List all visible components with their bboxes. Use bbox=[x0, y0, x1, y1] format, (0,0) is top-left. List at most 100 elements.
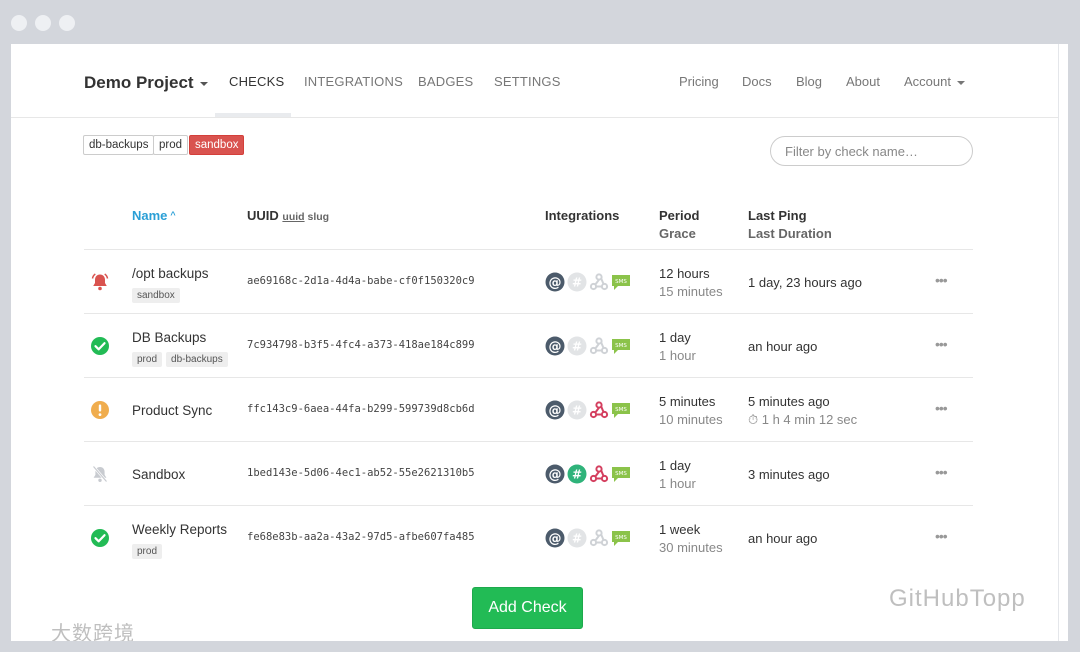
slack-integration-icon[interactable]: # bbox=[567, 336, 587, 356]
check-name[interactable]: Product Sync bbox=[132, 403, 212, 418]
tag-filter-prod[interactable]: prod bbox=[153, 135, 189, 155]
nav-link-blog[interactable]: Blog bbox=[796, 74, 822, 89]
column-header-name-label: Name bbox=[132, 208, 168, 223]
column-header-integrations: Integrations bbox=[545, 208, 620, 223]
svg-text:@: @ bbox=[549, 404, 562, 419]
check-uuid[interactable]: ffc143c9-6aea-44fa-b299-599739d8cb6d bbox=[247, 403, 475, 415]
webhook-integration-icon[interactable] bbox=[589, 400, 609, 420]
sms-integration-icon[interactable]: SMS bbox=[611, 464, 631, 484]
email-integration-icon[interactable]: @ bbox=[545, 336, 565, 356]
sms-integration-icon[interactable]: SMS bbox=[611, 400, 631, 420]
slack-integration-icon[interactable]: # bbox=[567, 528, 587, 548]
project-name: Demo Project bbox=[84, 73, 194, 92]
table-row[interactable]: Sandbox 1bed143e-5d06-4ec1-ab52-55e26213… bbox=[84, 442, 973, 506]
check-tag[interactable]: prod bbox=[132, 352, 163, 367]
window-close-dot[interactable] bbox=[11, 15, 27, 31]
check-tag[interactable]: sandbox bbox=[132, 288, 180, 303]
exclamation-circle-icon bbox=[90, 400, 110, 420]
window-minimize-dot[interactable] bbox=[35, 15, 51, 31]
check-grace: 1 hour bbox=[659, 476, 696, 491]
check-uuid[interactable]: 1bed143e-5d06-4ec1-ab52-55e2621310b5 bbox=[247, 467, 475, 479]
check-period: 1 day bbox=[659, 458, 691, 473]
sms-integration-icon[interactable]: SMS bbox=[611, 528, 631, 548]
window-maximize-dot[interactable] bbox=[59, 15, 75, 31]
svg-text:#: # bbox=[572, 404, 582, 418]
filter-checks-input[interactable] bbox=[770, 136, 973, 166]
tag-filter-db-backups[interactable]: db-backups bbox=[83, 135, 155, 155]
nav-link-about[interactable]: About bbox=[846, 74, 880, 89]
check-name[interactable]: DB Backups bbox=[132, 330, 206, 345]
sms-integration-icon[interactable]: SMS bbox=[611, 336, 631, 356]
row-menu-button[interactable]: ••• bbox=[935, 528, 948, 544]
nav-link-docs[interactable]: Docs bbox=[742, 74, 772, 89]
last-ping: an hour ago bbox=[748, 339, 818, 354]
check-period: 5 minutes bbox=[659, 394, 716, 409]
slack-integration-icon[interactable]: # bbox=[567, 400, 587, 420]
table-row[interactable]: Weekly Reports prod fe68e83b-aa2a-43a2-9… bbox=[84, 506, 973, 570]
tab-settings[interactable]: SETTINGS bbox=[494, 74, 561, 89]
check-period: 1 day bbox=[659, 330, 691, 345]
period-grace: 12 hours 15 minutes bbox=[659, 265, 723, 301]
webhook-integration-icon[interactable] bbox=[589, 464, 609, 484]
svg-text:@: @ bbox=[549, 276, 562, 291]
check-period: 1 week bbox=[659, 522, 701, 537]
table-row[interactable]: DB Backups prod db-backups 7c934798-b3f5-… bbox=[84, 314, 973, 378]
uuid-format-toggle[interactable]: uuid bbox=[282, 211, 304, 223]
webhook-integration-icon[interactable] bbox=[589, 272, 609, 292]
tab-integrations[interactable]: INTEGRATIONS bbox=[304, 74, 403, 89]
email-integration-icon[interactable]: @ bbox=[545, 400, 565, 420]
svg-text:@: @ bbox=[549, 340, 562, 355]
check-tag[interactable]: prod bbox=[132, 544, 163, 559]
svg-text:@: @ bbox=[549, 532, 562, 547]
sms-integration-icon[interactable]: SMS bbox=[611, 272, 631, 292]
slack-integration-icon[interactable]: # bbox=[567, 272, 587, 292]
check-grace: 15 minutes bbox=[659, 284, 723, 299]
period-grace: 1 day 1 hour bbox=[659, 329, 696, 365]
column-header-last-duration: Last Duration bbox=[748, 226, 832, 241]
check-name[interactable]: /opt backups bbox=[132, 266, 209, 281]
email-integration-icon[interactable]: @ bbox=[545, 272, 565, 292]
check-period: 12 hours bbox=[659, 266, 710, 281]
svg-text:#: # bbox=[572, 340, 582, 354]
svg-text:SMS: SMS bbox=[615, 279, 627, 285]
period-grace: 1 week 30 minutes bbox=[659, 521, 723, 557]
period-grace: 1 day 1 hour bbox=[659, 457, 696, 493]
row-menu-button[interactable]: ••• bbox=[935, 336, 948, 352]
table-row[interactable]: /opt backups sandbox ae69168c-2d1a-4d4a-… bbox=[84, 250, 973, 314]
email-integration-icon[interactable]: @ bbox=[545, 528, 565, 548]
check-uuid[interactable]: fe68e83b-aa2a-43a2-97d5-afbe607fa485 bbox=[247, 531, 475, 543]
check-grace: 10 minutes bbox=[659, 412, 723, 427]
project-selector[interactable]: Demo Project bbox=[84, 73, 208, 93]
tab-checks[interactable]: CHECKS bbox=[229, 74, 284, 89]
row-menu-button[interactable]: ••• bbox=[935, 272, 948, 288]
check-tag[interactable]: db-backups bbox=[166, 352, 228, 367]
check-name[interactable]: Weekly Reports bbox=[132, 522, 227, 537]
column-header-name[interactable]: Name ^ bbox=[132, 208, 176, 223]
email-integration-icon[interactable]: @ bbox=[545, 464, 565, 484]
vertical-scrollbar[interactable] bbox=[1058, 44, 1068, 641]
account-menu[interactable]: Account bbox=[904, 74, 965, 89]
nav-link-pricing[interactable]: Pricing bbox=[679, 74, 719, 89]
svg-text:SMS: SMS bbox=[615, 535, 627, 541]
add-check-button[interactable]: Add Check bbox=[472, 587, 583, 629]
webhook-integration-icon[interactable] bbox=[589, 336, 609, 356]
column-header-uuid: UUID uuid slug bbox=[247, 208, 329, 223]
check-name[interactable]: Sandbox bbox=[132, 467, 185, 482]
paused-bell-icon bbox=[90, 464, 110, 484]
uuid-header-label: UUID bbox=[247, 208, 279, 223]
slack-integration-icon[interactable]: # bbox=[567, 464, 587, 484]
row-menu-button[interactable]: ••• bbox=[935, 400, 948, 416]
table-row[interactable]: Product Sync ffc143c9-6aea-44fa-b299-599… bbox=[84, 378, 973, 442]
caret-down-icon bbox=[956, 80, 965, 85]
check-uuid[interactable]: 7c934798-b3f5-4fc4-a373-418ae184c899 bbox=[247, 339, 475, 351]
tag-filter-sandbox[interactable]: sandbox bbox=[189, 135, 245, 155]
top-navbar: Demo Project CHECKS INTEGRATIONS BADGES … bbox=[11, 44, 1058, 118]
tab-badges[interactable]: BADGES bbox=[418, 74, 473, 89]
check-tags: prod db-backups bbox=[132, 349, 232, 367]
slug-format-toggle[interactable]: slug bbox=[308, 211, 330, 223]
check-uuid[interactable]: ae69168c-2d1a-4d4a-babe-cf0f150320c9 bbox=[247, 275, 475, 287]
last-ping: 3 minutes ago bbox=[748, 467, 830, 482]
webhook-integration-icon[interactable] bbox=[589, 528, 609, 548]
row-menu-button[interactable]: ••• bbox=[935, 464, 948, 480]
active-tab-indicator bbox=[215, 113, 291, 117]
